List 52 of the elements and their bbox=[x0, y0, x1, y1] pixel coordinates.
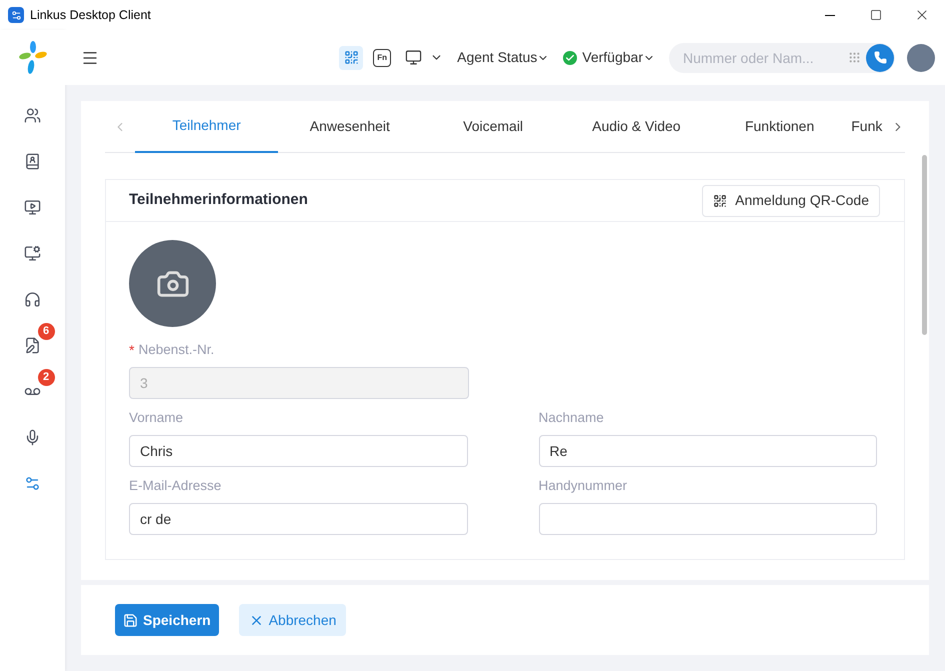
required-mark: * bbox=[129, 341, 134, 360]
sidebar-item[interactable]: 2 bbox=[8, 368, 56, 414]
monitor-dropdown[interactable] bbox=[405, 49, 444, 66]
note-icon bbox=[24, 336, 41, 354]
tab[interactable]: Teilnehmer bbox=[134, 100, 278, 152]
agent-status-dropdown[interactable]: Agent Status bbox=[457, 47, 550, 68]
field-label: Nebenst.-Nr. bbox=[138, 340, 214, 359]
phone-icon bbox=[874, 51, 886, 64]
scrollbar-thumb[interactable] bbox=[922, 155, 927, 335]
microphone-icon bbox=[24, 428, 41, 446]
tab[interactable]: Funk bbox=[851, 100, 888, 152]
window-title: Linkus Desktop Client bbox=[30, 6, 151, 24]
count-badge: 2 bbox=[38, 369, 54, 386]
field-label: Nachname bbox=[538, 408, 604, 427]
settings-icon bbox=[24, 474, 41, 492]
tab[interactable]: Anwesenheit bbox=[278, 100, 422, 152]
field-label: E-Mail-Adresse bbox=[129, 476, 222, 495]
function-key-button[interactable]: Fn bbox=[373, 48, 392, 66]
tab[interactable]: Audio & Video bbox=[564, 100, 708, 152]
sidebar-item[interactable]: 6 bbox=[8, 322, 56, 368]
save-icon bbox=[123, 612, 138, 628]
section-title: Teilnehmerinformationen bbox=[129, 190, 308, 210]
headset-icon bbox=[24, 290, 41, 308]
monitor-icon bbox=[24, 244, 41, 262]
minimize-icon bbox=[825, 14, 835, 16]
qr-code-login-button[interactable]: Anmeldung QR-Code bbox=[702, 184, 880, 216]
input-field[interactable]: cr de bbox=[129, 503, 468, 535]
input-field[interactable] bbox=[538, 503, 877, 535]
logo-icon bbox=[18, 40, 48, 76]
avatar[interactable] bbox=[907, 44, 935, 72]
qr-code-icon bbox=[344, 50, 359, 65]
call-button[interactable] bbox=[866, 44, 894, 72]
field-label: Vorname bbox=[129, 408, 184, 427]
qr-code-icon bbox=[713, 194, 728, 208]
count-badge: 6 bbox=[38, 323, 54, 340]
address-book-icon bbox=[24, 152, 41, 170]
field-label: Handynummer bbox=[538, 476, 628, 495]
monitor-icon bbox=[24, 198, 41, 216]
qr-code-button[interactable] bbox=[339, 46, 364, 70]
tab[interactable]: Voicemail bbox=[421, 100, 565, 152]
maximize-icon bbox=[870, 9, 882, 21]
input-field[interactable]: Chris bbox=[129, 435, 468, 467]
search-field[interactable]: Nummer oder Nam... bbox=[683, 46, 843, 70]
input-field[interactable]: Re bbox=[538, 435, 877, 467]
save-button[interactable]: Speichern bbox=[115, 604, 219, 636]
app-icon bbox=[8, 7, 24, 23]
search-bar[interactable]: Nummer oder Nam... bbox=[669, 42, 895, 72]
presence-dropdown[interactable]: Verfügbar bbox=[563, 47, 655, 68]
tab[interactable]: Funktionen bbox=[708, 100, 852, 152]
contacts-icon bbox=[24, 106, 41, 124]
monitor-icon bbox=[405, 49, 422, 66]
check-icon bbox=[563, 50, 578, 64]
